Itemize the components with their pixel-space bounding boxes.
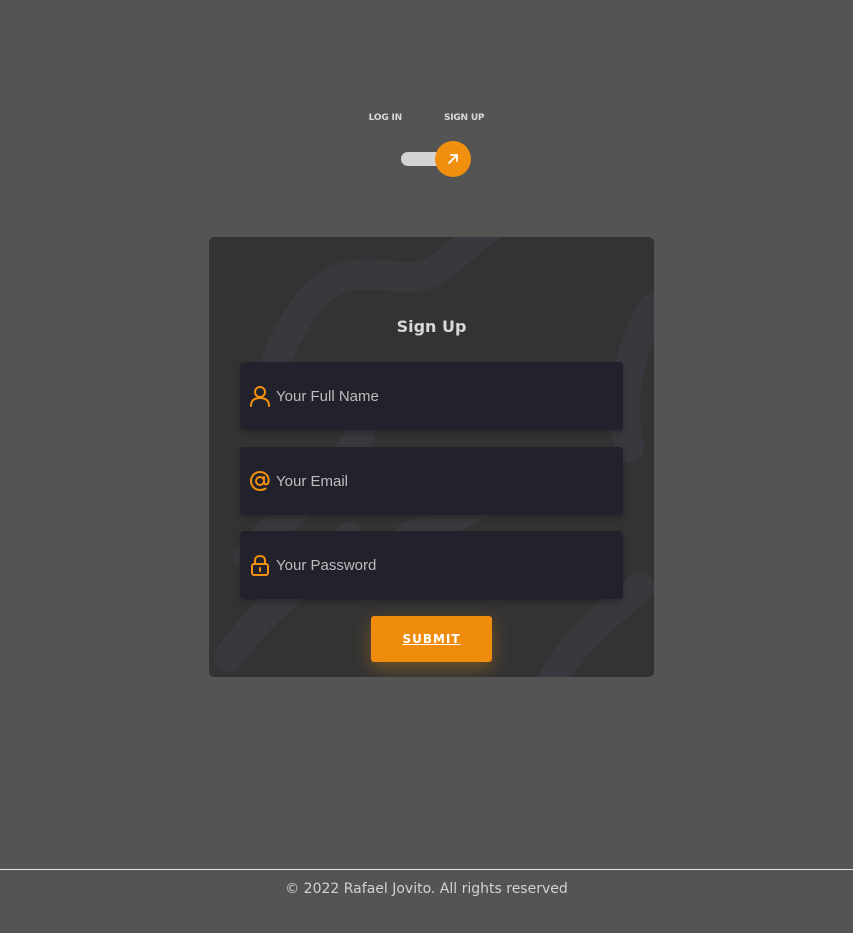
user-icon: [250, 386, 270, 407]
mode-toggle-knob[interactable]: [435, 141, 471, 177]
submit-button[interactable]: SUBMIT: [371, 616, 492, 662]
page: LOG IN SIGN UP Sign Up Your Full Name Yo…: [0, 0, 853, 933]
signup-label[interactable]: SIGN UP: [444, 113, 485, 123]
full-name-field[interactable]: [240, 362, 623, 430]
footer-divider: [0, 869, 853, 870]
form-title: Sign Up: [396, 317, 467, 336]
email-input[interactable]: [276, 447, 616, 515]
password-field[interactable]: [240, 531, 623, 599]
lock-icon: [251, 554, 269, 576]
signup-card: Sign Up SUBMIT: [209, 237, 654, 677]
at-sign-icon: [249, 470, 270, 492]
footer-copyright: © 2022 Rafael Jovito. All rights reserve…: [285, 881, 568, 897]
full-name-input[interactable]: [276, 362, 616, 430]
email-field[interactable]: [240, 447, 623, 515]
toggle-labels: LOG IN SIGN UP: [0, 113, 853, 123]
arrow-up-right-icon: [448, 154, 458, 164]
login-label[interactable]: LOG IN: [369, 113, 402, 123]
password-input[interactable]: [276, 531, 616, 599]
